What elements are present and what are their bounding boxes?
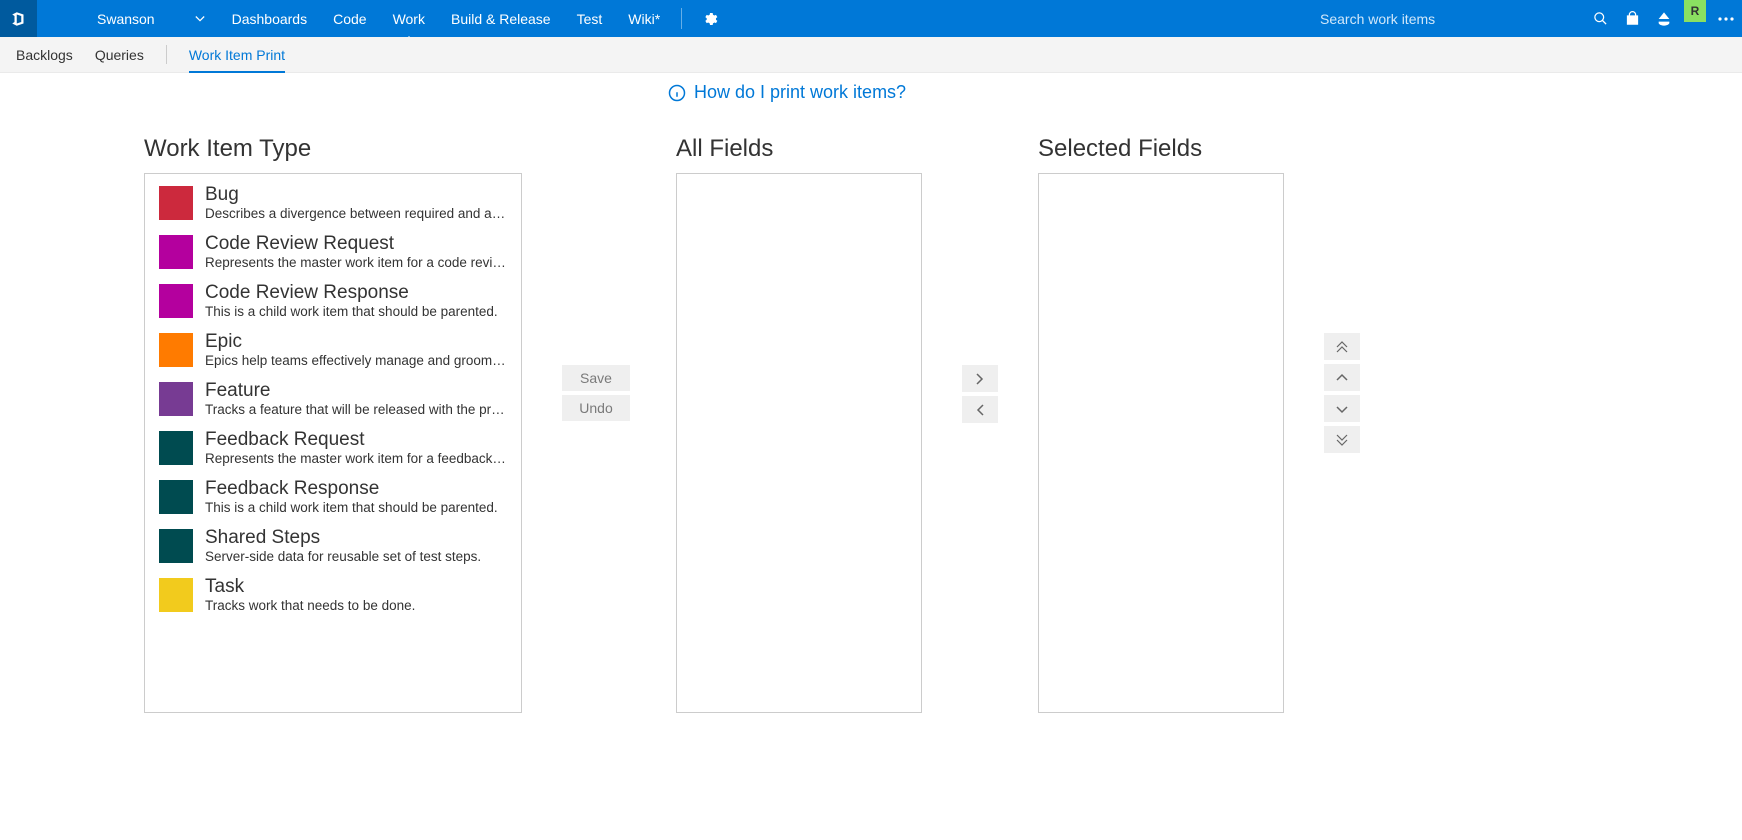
nav-item-test[interactable]: Test (564, 0, 616, 37)
work-item-type-column: Work Item Type BugDescribes a divergence… (144, 87, 522, 713)
chevron-right-icon (974, 373, 986, 385)
shopping-bag-icon (1625, 11, 1640, 26)
work-item-type-desc: Server-side data for reusable set of tes… (205, 549, 507, 564)
top-nav: Swanson DashboardsCodeWorkBuild & Releas… (0, 0, 1742, 37)
sub-nav-divider (166, 45, 167, 64)
ellipsis-icon (1718, 17, 1734, 21)
main-content: Work Item Type BugDescribes a divergence… (0, 73, 1742, 713)
marketplace-button[interactable] (1616, 0, 1648, 37)
work-item-type-desc: Represents the master work item for a co… (205, 255, 507, 270)
work-item-type-desc: This is a child work item that should be… (205, 500, 507, 515)
work-item-type-name: Code Review Request (205, 233, 507, 255)
work-item-type-name: Feedback Response (205, 478, 507, 500)
double-chevron-up-icon (1336, 341, 1348, 353)
search-area[interactable] (1304, 0, 1584, 37)
color-swatch (159, 235, 193, 269)
work-item-type-name: Feedback Request (205, 429, 507, 451)
help-link-text: How do I print work items? (694, 82, 906, 103)
nav-item-code[interactable]: Code (320, 0, 379, 37)
nav-item-build-release[interactable]: Build & Release (438, 0, 564, 37)
selected-fields-list[interactable] (1038, 173, 1284, 713)
avatar[interactable]: R (1684, 0, 1706, 22)
search-icon (1593, 11, 1608, 26)
work-item-type-task[interactable]: TaskTracks work that needs to be done. (145, 570, 521, 619)
all-fields-header: All Fields (676, 135, 922, 163)
notifications-button[interactable] (1648, 0, 1680, 37)
avatar-initial: R (1691, 4, 1700, 18)
work-item-type-bug[interactable]: BugDescribes a divergence between requir… (145, 178, 521, 227)
work-item-type-desc: Represents the master work item for a fe… (205, 451, 507, 466)
sub-nav: Backlogs Queries Work Item Print (0, 37, 1742, 73)
color-swatch (159, 529, 193, 563)
vsts-icon (10, 10, 28, 28)
work-item-type-name: Feature (205, 380, 507, 402)
move-top-button[interactable] (1324, 333, 1360, 360)
work-item-type-epic[interactable]: EpicEpics help teams effectively manage … (145, 325, 521, 374)
nav-divider (681, 8, 682, 29)
selected-fields-header: Selected Fields (1038, 135, 1284, 163)
help-link[interactable]: How do I print work items? (668, 82, 906, 103)
sub-nav-backlogs[interactable]: Backlogs (16, 37, 73, 72)
nav-item-wiki-[interactable]: Wiki* (615, 0, 673, 37)
sub-nav-queries[interactable]: Queries (95, 37, 144, 72)
reorder-group (1324, 333, 1360, 453)
save-undo-group: Save Undo (562, 365, 630, 421)
sub-nav-work-item-print[interactable]: Work Item Print (189, 37, 285, 72)
color-swatch (159, 578, 193, 612)
work-item-type-code-review-response[interactable]: Code Review ResponseThis is a child work… (145, 276, 521, 325)
save-button[interactable]: Save (562, 365, 630, 391)
color-swatch (159, 333, 193, 367)
info-icon (668, 84, 686, 102)
chevron-down-icon (1336, 403, 1348, 415)
search-button[interactable] (1584, 0, 1616, 37)
work-item-type-desc: This is a child work item that should be… (205, 304, 507, 319)
move-down-button[interactable] (1324, 395, 1360, 422)
undo-button[interactable]: Undo (562, 395, 630, 421)
move-left-button[interactable] (962, 396, 998, 423)
work-item-type-shared-steps[interactable]: Shared StepsServer-side data for reusabl… (145, 521, 521, 570)
color-swatch (159, 284, 193, 318)
work-item-type-desc: Epics help teams effectively manage and … (205, 353, 507, 368)
work-item-type-name: Task (205, 576, 507, 598)
color-swatch (159, 431, 193, 465)
gear-icon (702, 11, 718, 27)
settings-button[interactable] (690, 0, 730, 37)
work-item-type-desc: Tracks a feature that will be released w… (205, 402, 507, 417)
work-item-type-list[interactable]: BugDescribes a divergence between requir… (144, 173, 522, 713)
color-swatch (159, 480, 193, 514)
work-item-type-code-review-request[interactable]: Code Review RequestRepresents the master… (145, 227, 521, 276)
person-icon (1656, 11, 1672, 27)
move-bottom-button[interactable] (1324, 426, 1360, 453)
work-item-type-name: Epic (205, 331, 507, 353)
work-item-type-desc: Describes a divergence between required … (205, 206, 507, 221)
project-selector[interactable]: Swanson (37, 0, 219, 37)
nav-item-dashboards[interactable]: Dashboards (219, 0, 321, 37)
color-swatch (159, 382, 193, 416)
search-input[interactable] (1320, 11, 1574, 27)
double-chevron-down-icon (1336, 434, 1348, 446)
all-fields-column: All Fields (676, 87, 922, 713)
nav-item-work[interactable]: Work (380, 0, 438, 37)
vsts-logo[interactable] (0, 0, 37, 37)
all-fields-list[interactable] (676, 173, 922, 713)
more-button[interactable] (1710, 0, 1742, 37)
move-field-group (962, 365, 998, 423)
work-item-type-name: Code Review Response (205, 282, 507, 304)
work-item-type-name: Shared Steps (205, 527, 507, 549)
work-item-type-feedback-request[interactable]: Feedback RequestRepresents the master wo… (145, 423, 521, 472)
move-right-button[interactable] (962, 365, 998, 392)
work-item-type-feedback-response[interactable]: Feedback ResponseThis is a child work it… (145, 472, 521, 521)
work-item-type-header: Work Item Type (144, 135, 522, 163)
project-name: Swanson (97, 11, 155, 27)
work-item-type-desc: Tracks work that needs to be done. (205, 598, 507, 613)
work-item-type-feature[interactable]: FeatureTracks a feature that will be rel… (145, 374, 521, 423)
work-item-type-name: Bug (205, 184, 507, 206)
chevron-down-icon (195, 14, 205, 24)
chevron-up-icon (1336, 372, 1348, 384)
move-up-button[interactable] (1324, 364, 1360, 391)
chevron-left-icon (974, 404, 986, 416)
color-swatch (159, 186, 193, 220)
selected-fields-column: Selected Fields (1038, 87, 1284, 713)
